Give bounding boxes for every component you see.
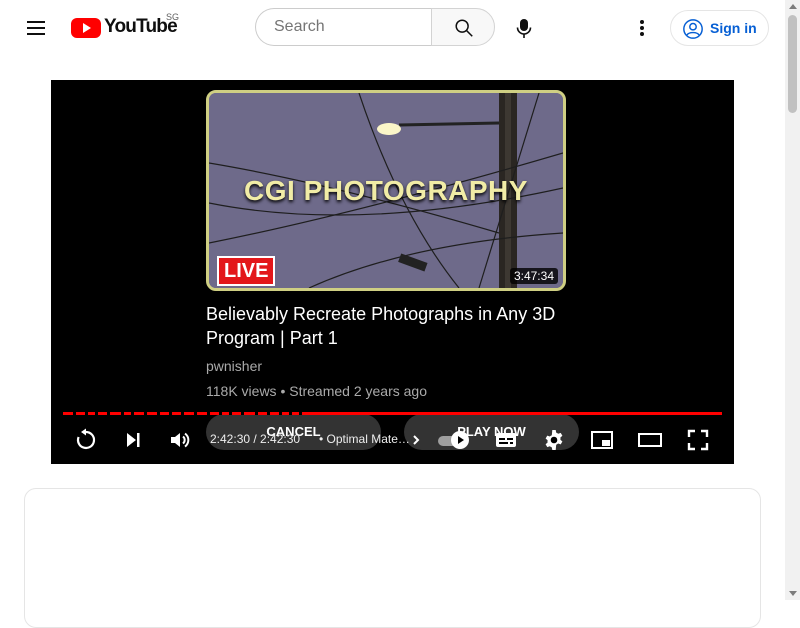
settings-button[interactable] [530, 416, 578, 464]
player-controls: 2:42:30 / 2:42:30 • Optimal Mate… [51, 416, 734, 464]
miniplayer-icon [591, 431, 613, 449]
scroll-up-arrow-icon[interactable] [789, 4, 797, 9]
replay-button[interactable] [62, 416, 110, 464]
account-icon [683, 19, 703, 39]
theater-mode-button[interactable] [626, 416, 674, 464]
more-vert-icon [640, 20, 644, 24]
miniplayer-button[interactable] [578, 416, 626, 464]
sign-in-label: Sign in [710, 20, 757, 36]
guide-menu-button[interactable] [18, 10, 54, 46]
time-display: 2:42:30 / 2:42:30 [210, 432, 301, 446]
up-next-meta: 118K views • Streamed 2 years ago [206, 383, 427, 399]
volume-icon [171, 432, 190, 448]
up-next-thumbnail[interactable]: CGI PHOTOGRAPHY LIVE 3:47:34 [206, 90, 566, 291]
search-box [255, 8, 431, 46]
masthead: YouTube SG Sign in [0, 0, 785, 56]
youtube-logo-icon [71, 18, 101, 38]
scroll-thumb[interactable] [788, 15, 797, 113]
duration-badge: 3:47:34 [509, 268, 558, 284]
chapter-title[interactable]: • Optimal Mate… [319, 432, 410, 446]
fullscreen-icon [687, 429, 709, 451]
more-settings-button[interactable] [624, 10, 660, 46]
theater-mode-icon [638, 433, 662, 447]
fullscreen-button[interactable] [674, 416, 722, 464]
search-button[interactable] [431, 8, 495, 46]
video-player[interactable]: CGI PHOTOGRAPHY LIVE 3:47:34 Believably … [51, 80, 734, 464]
search-input[interactable] [272, 17, 426, 37]
chapter-chevron-icon [413, 435, 420, 445]
page-scrollbar[interactable] [785, 0, 800, 600]
search-icon [455, 19, 473, 37]
menu-icon [27, 21, 45, 23]
scroll-down-arrow-icon[interactable] [789, 591, 797, 596]
chapter-markers [69, 412, 309, 415]
replay-icon [76, 428, 96, 450]
settings-icon [545, 430, 563, 450]
subtitles-icon [496, 433, 516, 447]
thumbnail-text: CGI PHOTOGRAPHY [244, 175, 528, 206]
mic-icon [516, 19, 532, 38]
up-next-channel: pwnisher [206, 358, 263, 374]
next-button[interactable] [109, 416, 157, 464]
below-player-card [24, 488, 761, 628]
up-next-title[interactable]: Believably Recreate Photographs in Any 3… [206, 302, 586, 350]
autoplay-toggle-icon [451, 431, 469, 449]
country-code: SG [166, 12, 180, 22]
mute-button[interactable] [156, 416, 204, 464]
live-badge: LIVE [217, 256, 276, 286]
chapter-chevron-button[interactable] [406, 428, 426, 452]
autoplay-toggle[interactable] [438, 430, 474, 450]
next-icon [127, 433, 140, 447]
sign-in-button[interactable]: Sign in [670, 10, 769, 46]
subtitles-button[interactable] [482, 416, 530, 464]
voice-search-button[interactable] [506, 10, 542, 46]
